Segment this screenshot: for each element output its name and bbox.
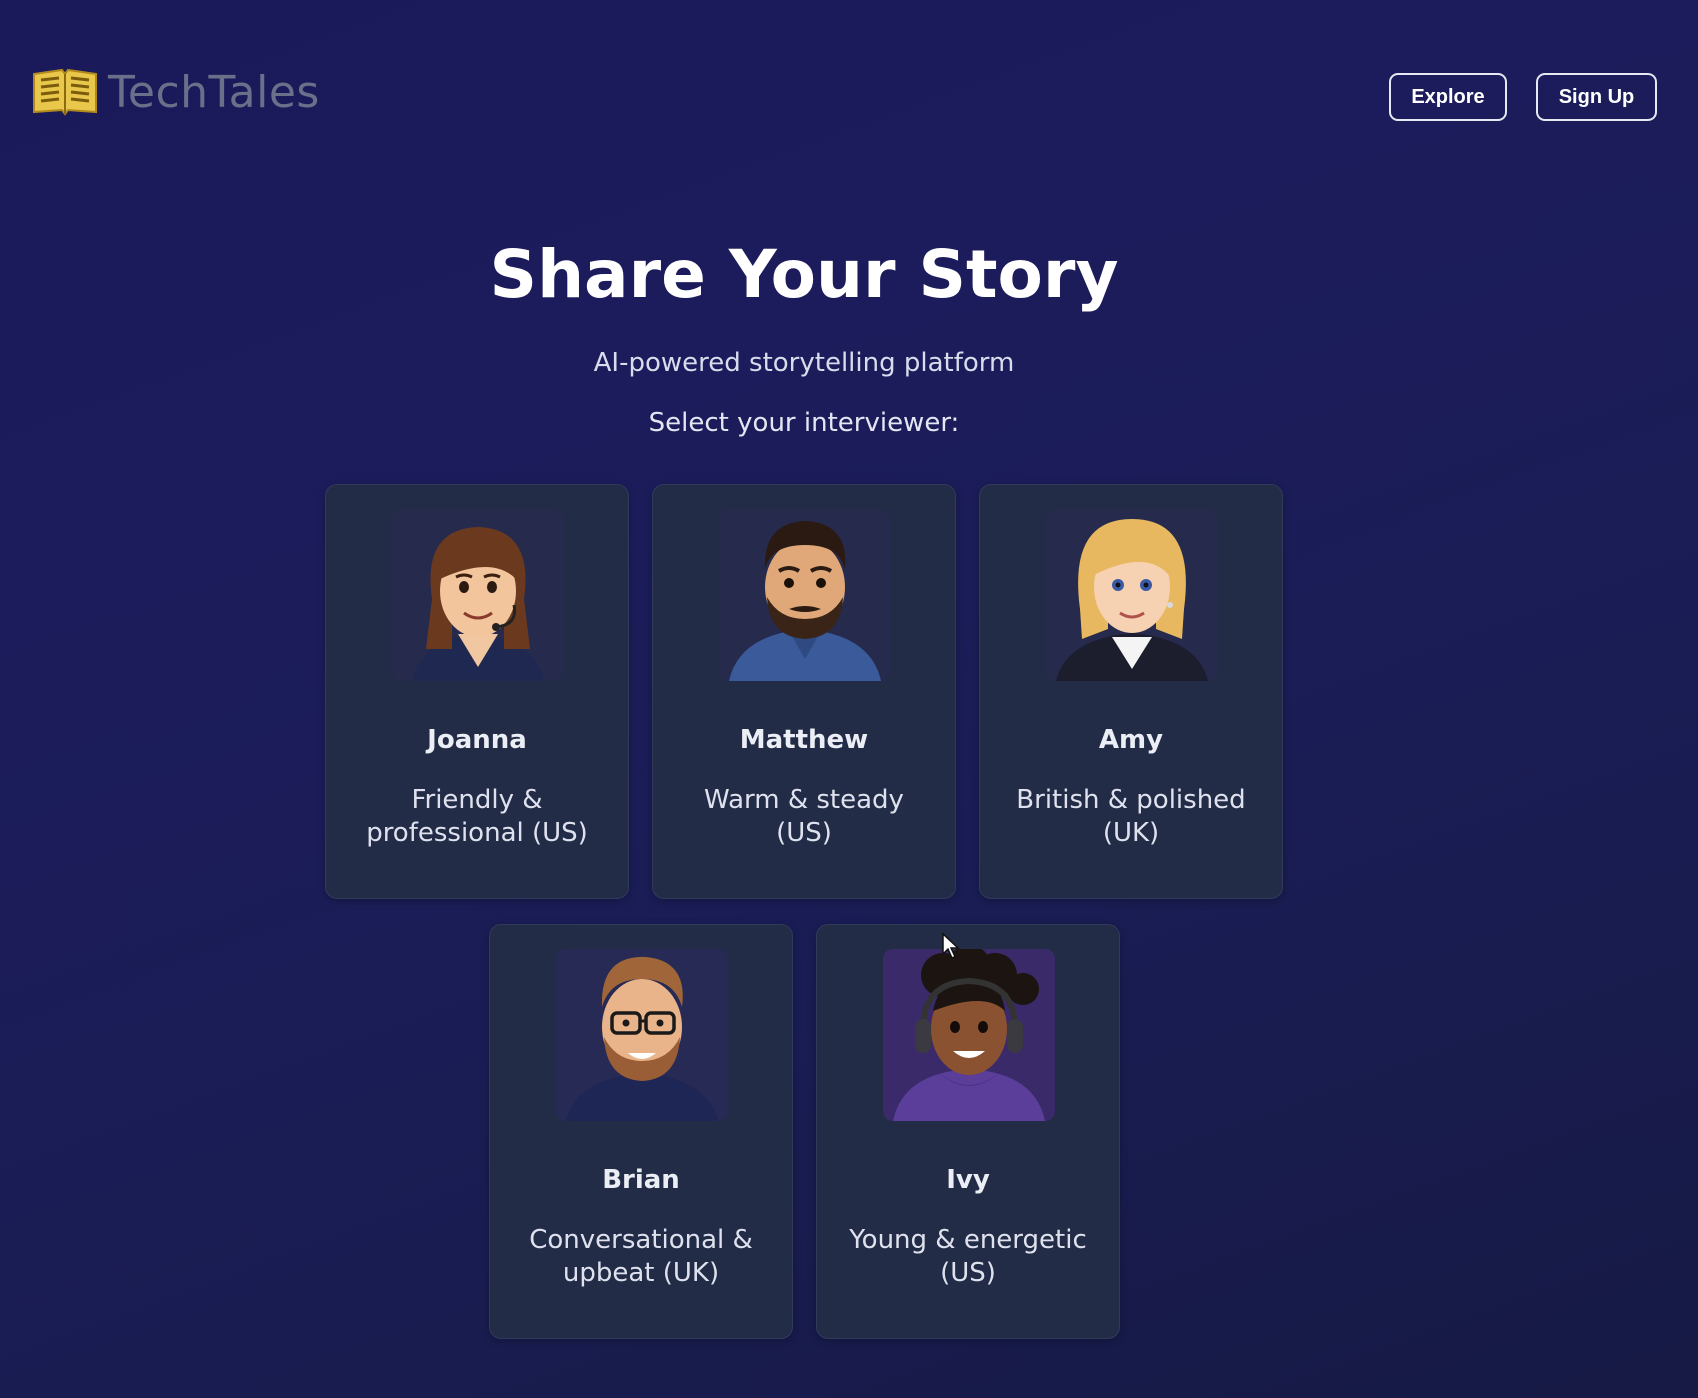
brand-logo[interactable]: TechTales xyxy=(32,66,320,118)
interviewer-description: Warm & steady (US) xyxy=(704,785,904,848)
woman-curly-hair-headphones-avatar xyxy=(883,949,1055,1121)
interviewer-name: Amy xyxy=(1098,725,1164,755)
man-beard-blue-shirt-avatar xyxy=(719,509,891,681)
man-glasses-beard-avatar xyxy=(556,949,728,1121)
interviewer-card-brian[interactable]: Brian Conversational & upbeat (UK) xyxy=(489,924,793,1339)
interviewer-description: Friendly & professional (US) xyxy=(366,785,588,848)
woman-blonde-blazer-avatar xyxy=(1046,509,1218,681)
interviewer-description: Young & energetic (US) xyxy=(849,1225,1087,1288)
interviewer-card-matthew[interactable]: Matthew Warm & steady (US) xyxy=(652,484,956,899)
interviewer-description: British & polished (UK) xyxy=(1016,785,1246,848)
site-header: TechTales Explore Sign Up xyxy=(0,0,1698,190)
interviewer-name: Ivy xyxy=(946,1165,990,1195)
interviewer-card-ivy[interactable]: Ivy Young & energetic (US) xyxy=(816,924,1120,1339)
page-subtitle: AI-powered storytelling platform xyxy=(593,348,1015,378)
interviewer-card-joanna[interactable]: Joanna Friendly & professional (US) xyxy=(325,484,629,899)
select-interviewer-label: Select your interviewer: xyxy=(648,408,960,438)
interviewer-card-amy[interactable]: Amy British & polished (UK) xyxy=(979,484,1283,899)
mouse-pointer-icon xyxy=(942,932,960,960)
open-book-icon xyxy=(33,68,97,116)
brand-name: TechTales xyxy=(108,66,320,118)
interviewer-name: Joanna xyxy=(427,725,527,755)
interviewer-name: Brian xyxy=(602,1165,680,1195)
page-title: Share Your Story xyxy=(489,236,1119,313)
woman-brown-hair-headset-avatar xyxy=(392,509,564,681)
explore-button[interactable]: Explore xyxy=(1389,73,1507,121)
interviewer-name: Matthew xyxy=(739,725,869,755)
interviewer-description: Conversational & upbeat (UK) xyxy=(529,1225,753,1288)
sign-up-button[interactable]: Sign Up xyxy=(1536,73,1657,121)
